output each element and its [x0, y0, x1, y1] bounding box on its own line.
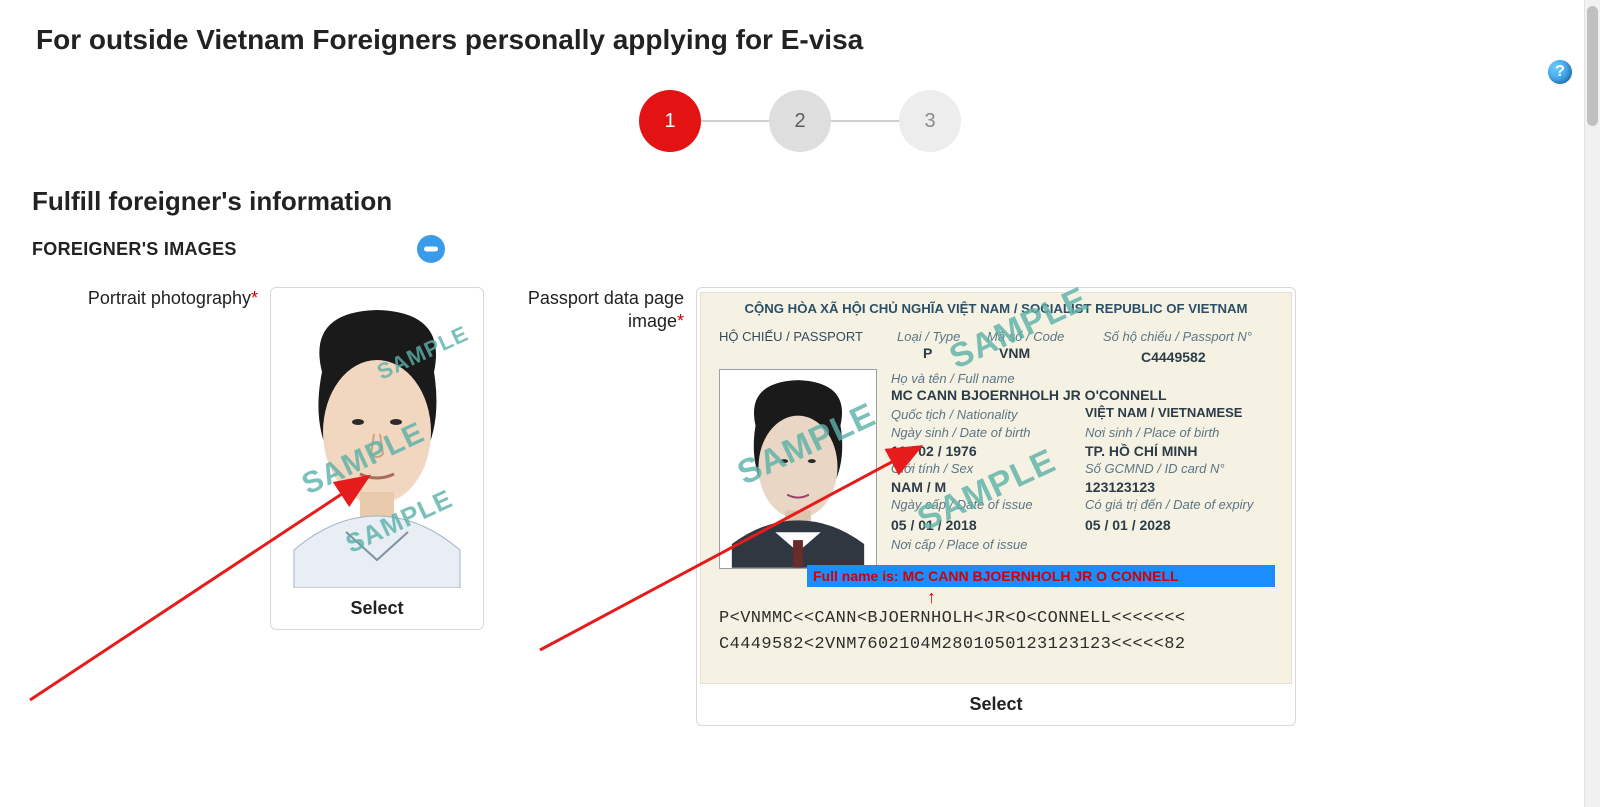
step-2[interactable]: 2 — [769, 90, 831, 152]
step-3[interactable]: 3 — [899, 90, 961, 152]
images-subheading: FOREIGNER'S IMAGES — [32, 239, 237, 260]
passport-idcard: 123123123 — [1085, 479, 1155, 495]
required-mark: * — [251, 288, 258, 308]
passport-sex: NAM / M — [891, 479, 946, 495]
passport-pob: TP. HỒ CHÍ MINH — [1085, 443, 1198, 459]
step-connector — [701, 120, 769, 122]
passport-field-label: Quốc tịch / Nationality — [891, 407, 1017, 422]
passport-doe: 05 / 01 / 2028 — [1085, 517, 1171, 533]
help-icon[interactable]: ? — [1548, 60, 1572, 84]
scrollbar-thumb[interactable] — [1587, 6, 1598, 126]
passport-field-label: Số hộ chiếu / Passport N° — [1103, 329, 1252, 344]
progress-stepper: 1 2 3 — [0, 90, 1600, 152]
portrait-select-button[interactable]: Select — [275, 588, 479, 625]
passport-field-label: Số GCMND / ID card N° — [1085, 461, 1225, 476]
step-1[interactable]: 1 — [639, 90, 701, 152]
portrait-label: Portrait photography* — [70, 287, 270, 310]
passport-field-label: Nơi sinh / Place of birth — [1085, 425, 1219, 440]
mrz-line-2: C4449582<2VNM7602104M2801050123123123<<<… — [719, 635, 1185, 654]
passport-field-label: Ngày sinh / Date of birth — [891, 425, 1030, 440]
page-title: For outside Vietnam Foreigners personall… — [0, 0, 1600, 66]
fullname-highlight: Full name is: MC CANN BJOERNHOLH JR O CO… — [807, 565, 1275, 587]
passport-country-header: CỘNG HÒA XÃ HỘI CHỦ NGHĨA VIỆT NAM / SOC… — [701, 293, 1291, 316]
mrz-line-1: P<VNMMC<<CANN<BJOERNHOLH<JR<O<CONNELL<<<… — [719, 609, 1185, 628]
required-mark: * — [677, 311, 684, 331]
passport-doi: 05 / 01 / 2018 — [891, 517, 977, 533]
passport-field-label: Giới tính / Sex — [891, 461, 973, 476]
passport-photo — [719, 369, 877, 569]
passport-code: VNM — [999, 345, 1030, 361]
passport-field-label: HỘ CHIẾU / PASSPORT — [719, 329, 863, 344]
passport-field-label: Họ và tên / Full name — [891, 371, 1015, 386]
passport-number: C4449582 — [1141, 349, 1206, 365]
passport-field-label: Có giá trị đến / Date of expiry — [1085, 497, 1253, 512]
collapse-icon[interactable] — [417, 235, 445, 263]
passport-nationality: VIỆT NAM / VIETNAMESE — [1085, 405, 1242, 420]
passport-field-label: Mã số / Code — [987, 329, 1064, 344]
passport-upload-box: CỘNG HÒA XÃ HỘI CHỦ NGHĨA VIỆT NAM / SOC… — [696, 287, 1296, 726]
passport-field-label: Loại / Type — [897, 329, 960, 344]
passport-type: P — [923, 345, 932, 361]
portrait-upload-box: SAMPLE SAMPLE SAMPLE Select — [270, 287, 484, 630]
vertical-scrollbar[interactable] — [1584, 0, 1600, 807]
section-heading: Fulfill foreigner's information — [0, 152, 1600, 235]
passport-field-label: Nơi cấp / Place of issue — [891, 537, 1027, 552]
passport-sample-image: CỘNG HÒA XÃ HỘI CHỦ NGHĨA VIỆT NAM / SOC… — [700, 292, 1292, 684]
up-arrow-icon: ↑ — [927, 587, 936, 608]
step-connector — [831, 120, 899, 122]
passport-fullname: MC CANN BJOERNHOLH JR O'CONNELL — [891, 387, 1167, 403]
passport-select-button[interactable]: Select — [701, 684, 1291, 721]
passport-label: Passport data page image* — [516, 287, 696, 334]
passport-dob: 10 / 02 / 1976 — [891, 443, 977, 459]
portrait-sample-image: SAMPLE SAMPLE SAMPLE — [274, 292, 480, 588]
passport-field-label: Ngày cấp / Date of issue — [891, 497, 1033, 512]
